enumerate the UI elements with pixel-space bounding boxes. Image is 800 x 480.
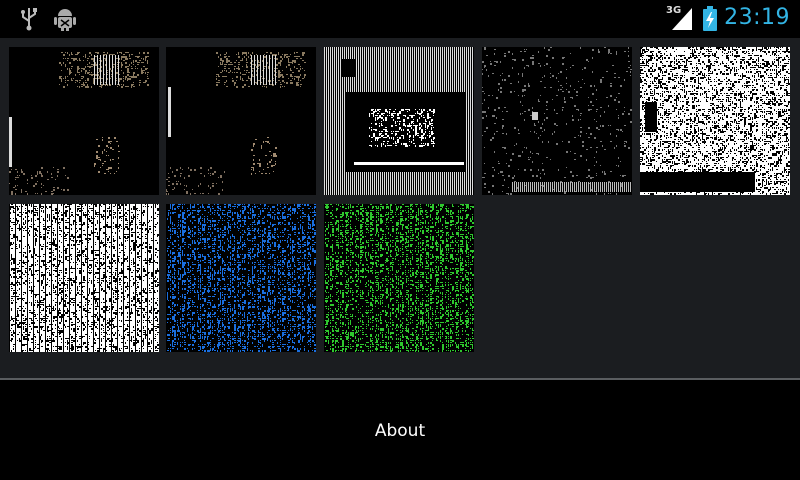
gallery-grid	[0, 38, 800, 378]
thumbnail-3[interactable]	[324, 47, 474, 195]
signal-3g-icon	[672, 8, 692, 30]
thumbnail-image	[9, 47, 159, 195]
thumbnail-2[interactable]	[166, 47, 316, 195]
thumbnail-image	[9, 204, 159, 352]
android-debug-icon	[54, 9, 76, 31]
thumbnail-image	[166, 204, 316, 352]
thumbnail-8[interactable]	[324, 204, 474, 352]
thumbnail-4[interactable]	[482, 47, 632, 195]
battery-charging-icon	[703, 6, 717, 31]
thumbnail-5[interactable]	[640, 47, 790, 195]
thumbnail-image	[482, 47, 632, 195]
thumbnail-1[interactable]	[9, 47, 159, 195]
thumbnail-image	[324, 204, 474, 352]
clock: 23:19	[724, 5, 790, 30]
thumbnail-image	[166, 47, 316, 195]
about-button[interactable]: About	[300, 406, 500, 456]
thumbnail-7[interactable]	[166, 204, 316, 352]
thumbnail-6[interactable]	[9, 204, 159, 352]
thumbnail-image	[324, 47, 474, 195]
thumbnail-image	[640, 47, 790, 195]
usb-icon	[21, 8, 37, 31]
status-bar: 3G 23:19	[0, 0, 800, 38]
